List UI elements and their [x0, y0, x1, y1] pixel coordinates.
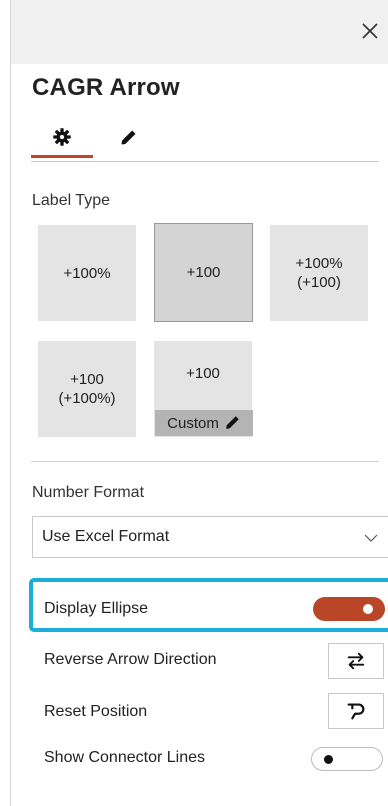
- tab-bar: [31, 110, 379, 162]
- pencil-icon: [225, 416, 239, 429]
- custom-label: Custom: [167, 414, 219, 432]
- display-ellipse-label: Display Ellipse: [44, 600, 149, 617]
- close-icon: [362, 23, 378, 39]
- label-type-option-percent[interactable]: +100%: [38, 225, 136, 321]
- reverse-arrow-label: Reverse Arrow Direction: [44, 651, 217, 668]
- cagr-arrow-task-pane: CAGR Arrow Label Type +100% +100 +100% (…: [10, 0, 388, 806]
- number-format-heading: Number Format: [32, 484, 145, 501]
- pencil-icon: [121, 130, 136, 145]
- label-type-option-absolute-percent[interactable]: +100 (+100%): [38, 341, 136, 437]
- label-type-option-percent-absolute[interactable]: +100% (+100): [270, 225, 368, 321]
- number-format-value: Use Excel Format: [42, 528, 170, 545]
- undo-icon: [347, 703, 365, 720]
- swap-arrows-icon: [347, 652, 365, 670]
- reverse-arrow-button[interactable]: [328, 643, 384, 679]
- toggle-knob: [324, 755, 333, 764]
- tab-style[interactable]: [97, 118, 159, 158]
- connector-lines-toggle[interactable]: [311, 747, 383, 771]
- section-divider: [31, 461, 379, 462]
- reset-position-label: Reset Position: [44, 703, 148, 720]
- label-type-option-absolute[interactable]: +100: [154, 223, 253, 322]
- custom-tile-value: +100: [186, 365, 220, 382]
- tab-settings[interactable]: [31, 118, 93, 158]
- chevron-down-icon: [364, 534, 378, 542]
- display-ellipse-toggle[interactable]: [313, 597, 385, 621]
- label-type-heading: Label Type: [32, 192, 110, 209]
- number-format-dropdown[interactable]: Use Excel Format: [32, 516, 388, 558]
- custom-edit-bar[interactable]: Custom: [155, 410, 253, 436]
- connector-lines-label: Show Connector Lines: [44, 749, 205, 766]
- close-button[interactable]: [357, 18, 383, 44]
- gear-icon: [53, 127, 71, 146]
- label-type-option-custom[interactable]: +100 Custom: [154, 341, 253, 437]
- pane-title: CAGR Arrow: [32, 74, 180, 101]
- reset-position-button[interactable]: [328, 693, 384, 729]
- pane-title-bar: [11, 0, 388, 64]
- toggle-knob: [363, 604, 373, 614]
